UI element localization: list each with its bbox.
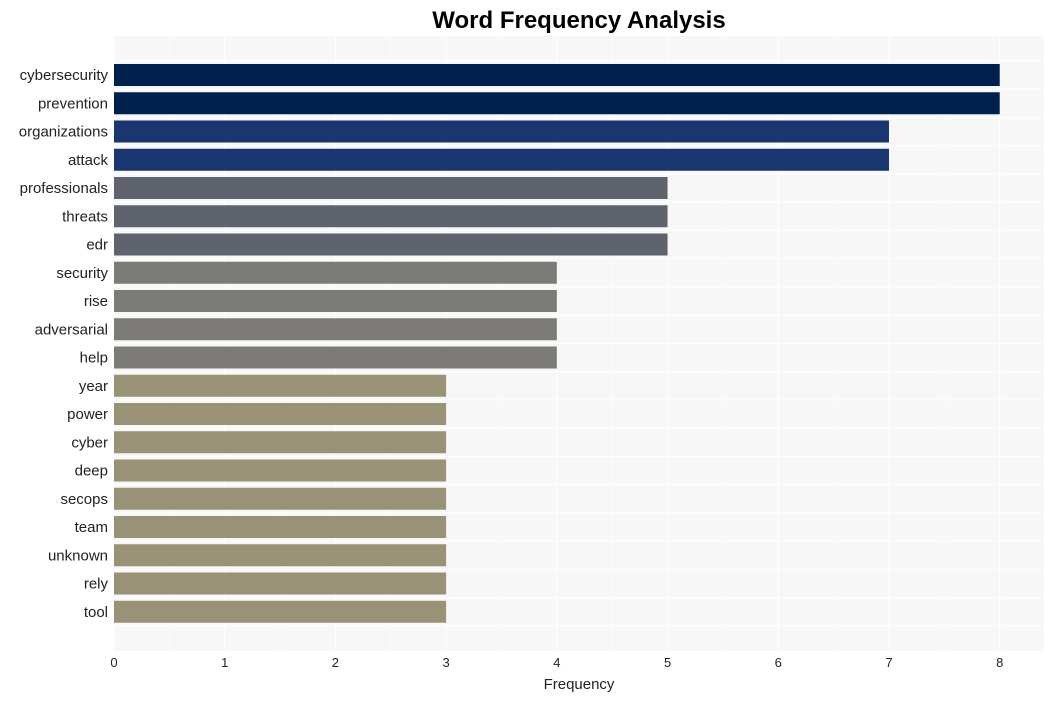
bar-unknown [114, 544, 447, 567]
y-tick-label: cyber [71, 434, 108, 451]
y-tick-label: unknown [48, 547, 108, 564]
bar-chart: Word Frequency Analysis cybersecuritypre… [19, 7, 1044, 693]
bar-organizations [114, 120, 889, 143]
y-tick-label: organizations [19, 124, 108, 141]
x-axis-label: Frequency [544, 676, 615, 693]
bar-cybersecurity [114, 64, 1000, 86]
bar-attack [114, 148, 889, 171]
bar-tool [114, 600, 447, 623]
y-tick-label: attack [68, 152, 109, 169]
y-tick-label: help [80, 350, 108, 367]
bar-team [114, 516, 447, 538]
y-tick-label: prevention [38, 95, 108, 112]
bar-help [114, 346, 557, 369]
bar-prevention [114, 92, 1000, 115]
y-tick-label: security [56, 265, 108, 282]
chart-title: Word Frequency Analysis [432, 7, 725, 34]
x-tick-label: 7 [885, 655, 892, 670]
y-tick-label: year [79, 378, 108, 395]
x-tick-label: 6 [775, 655, 782, 670]
y-tick-label: team [75, 519, 108, 536]
y-tick-label: cybersecurity [20, 67, 109, 84]
bar-edr [114, 233, 668, 256]
x-tick-label: 2 [332, 655, 339, 670]
y-tick-label: secops [60, 491, 108, 508]
y-tick-labels: cybersecuritypreventionorganizationsatta… [19, 67, 109, 621]
bar-professionals [114, 177, 668, 199]
bar-deep [114, 459, 447, 482]
y-tick-label: professionals [20, 180, 108, 197]
x-tick-label: 0 [110, 655, 117, 670]
x-tick-label: 5 [664, 655, 671, 670]
bar-threats [114, 205, 668, 228]
x-tick-label: 1 [221, 655, 228, 670]
bar-cyber [114, 431, 447, 454]
x-tick-label: 3 [443, 655, 450, 670]
x-tick-labels: 0 1 2 3 4 5 6 7 8 [110, 655, 1003, 670]
y-tick-label: threats [62, 208, 108, 225]
y-tick-label: rely [84, 576, 109, 593]
y-tick-label: deep [75, 463, 108, 480]
y-tick-label: adversarial [35, 321, 108, 338]
bar-rise [114, 290, 557, 312]
bar-secops [114, 487, 447, 510]
bar-year [114, 374, 447, 397]
y-tick-label: tool [84, 604, 108, 621]
y-tick-label: edr [86, 237, 108, 254]
bar-adversarial [114, 318, 557, 341]
bar-rely [114, 572, 447, 595]
x-tick-label: 4 [553, 655, 560, 670]
bar-security [114, 261, 557, 284]
bar-power [114, 403, 447, 425]
y-tick-label: power [67, 406, 108, 423]
y-tick-label: rise [84, 293, 108, 310]
x-tick-label: 8 [996, 655, 1003, 670]
